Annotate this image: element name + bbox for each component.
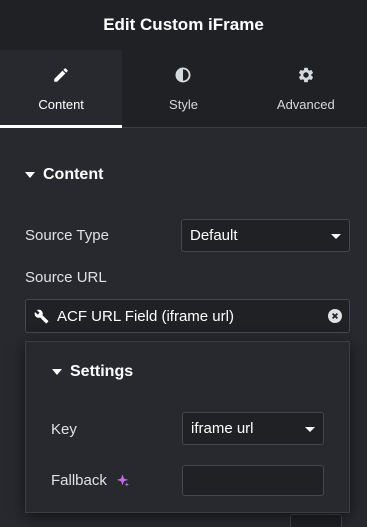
key-label-text: Key (51, 421, 77, 438)
tab-content-label: Content (38, 96, 84, 112)
clear-icon[interactable] (328, 309, 342, 323)
half-circle-icon (174, 66, 192, 89)
fallback-label: Fallback (51, 472, 130, 489)
source-url-dynamic-tag[interactable]: ACF URL Field (iframe url) (25, 299, 350, 333)
source-type-value: Default (190, 227, 238, 244)
wrench-icon (34, 309, 49, 324)
pencil-icon (52, 66, 70, 89)
hidden-control (290, 514, 342, 527)
chevron-down-icon (331, 233, 341, 239)
caret-down-icon (25, 172, 35, 178)
source-type-select[interactable]: Default (181, 219, 350, 252)
tab-style[interactable]: Style (122, 50, 244, 127)
source-type-label: Source Type (25, 227, 109, 244)
content-section-toggle[interactable]: Content (25, 166, 103, 184)
dynamic-tag-settings-popover: Settings Key iframe url Fallback (25, 341, 350, 513)
tab-bar: Content Style Advanced (0, 50, 367, 128)
panel-title: Edit Custom iFrame (103, 15, 264, 34)
caret-down-icon (52, 369, 62, 375)
chevron-down-icon (305, 426, 315, 432)
fallback-input[interactable] (182, 465, 324, 496)
tab-content[interactable]: Content (0, 50, 123, 128)
settings-title: Settings (70, 363, 134, 380)
panel-header: Edit Custom iFrame (0, 0, 367, 51)
tab-advanced[interactable]: Advanced (245, 50, 367, 127)
fallback-label-text: Fallback (51, 472, 107, 489)
key-value: iframe url (191, 420, 254, 437)
sparkle-icon[interactable] (115, 473, 130, 488)
section-title: Content (43, 166, 104, 183)
settings-section-toggle[interactable]: Settings (52, 363, 133, 381)
key-label: Key (51, 421, 77, 438)
source-url-value: ACF URL Field (iframe url) (57, 307, 234, 325)
tab-advanced-label: Advanced (276, 96, 335, 112)
key-select[interactable]: iframe url (182, 412, 324, 445)
tab-style-label: Style (169, 96, 198, 112)
source-url-label: Source URL (25, 269, 107, 286)
gear-icon (297, 66, 315, 89)
